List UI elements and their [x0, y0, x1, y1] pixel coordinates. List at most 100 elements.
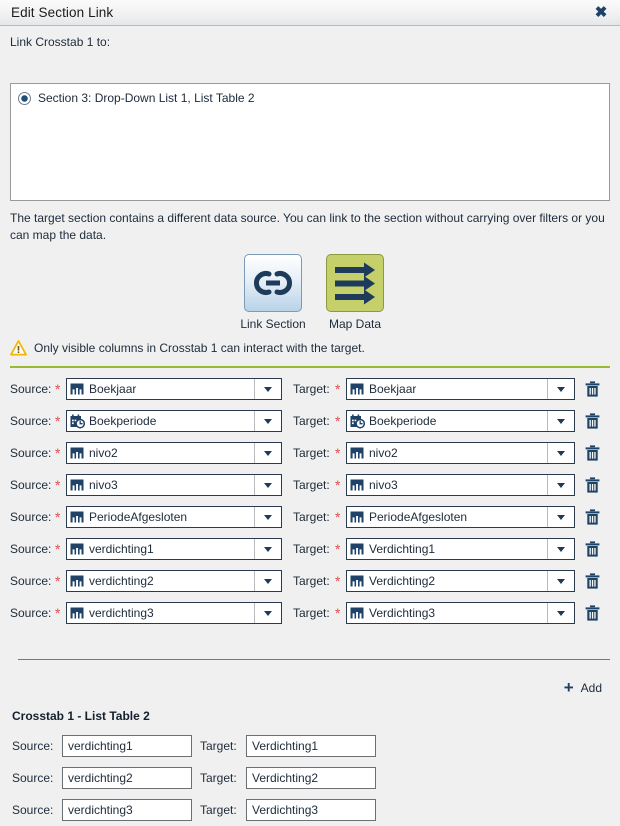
delete-mapping-button[interactable]: [585, 413, 600, 429]
delete-mapping-button[interactable]: [585, 509, 600, 525]
tgt-field-dropdown[interactable]: Verdichting2: [346, 570, 575, 592]
group-text-row: Source: verdichting3 Target: Verdichting3: [0, 794, 620, 826]
required-marker: *: [55, 445, 61, 461]
src-field-dropdown[interactable]: Boekperiode: [66, 410, 282, 432]
tgt-field-dropdown[interactable]: Verdichting3: [346, 602, 575, 624]
chevron-down-icon[interactable]: [547, 475, 574, 495]
src-field-value: verdichting1: [89, 542, 154, 556]
column-chart-icon: [70, 382, 85, 396]
tgt-field-value: Verdichting1: [369, 542, 436, 556]
mapping-row: Source: * verdichting2 Target: * Verdichting2: [0, 565, 620, 597]
chevron-down-icon[interactable]: [254, 571, 281, 591]
tgt-field-dropdown[interactable]: Boekperiode: [346, 410, 575, 432]
target-label: Target:: [200, 803, 237, 817]
mapping-row: Source: * nivo3 Target: * nivo3: [0, 469, 620, 501]
plus-icon: +: [563, 678, 574, 697]
src-field-dropdown[interactable]: verdichting3: [66, 602, 282, 624]
column-chart-icon: [70, 542, 85, 556]
chevron-down-icon[interactable]: [547, 507, 574, 527]
tgt-field-dropdown[interactable]: PeriodeAfgesloten: [346, 506, 575, 528]
src-field-dropdown[interactable]: verdichting2: [66, 570, 282, 592]
chevron-down-icon[interactable]: [547, 571, 574, 591]
delete-mapping-button[interactable]: [585, 477, 600, 493]
column-chart-icon: [70, 574, 85, 588]
column-chart-icon: [350, 382, 365, 396]
add-button-label: Add: [580, 681, 602, 695]
target-label: Target:: [293, 446, 330, 460]
chevron-down-icon[interactable]: [547, 603, 574, 623]
target-text-input[interactable]: Verdichting3: [246, 799, 376, 821]
source-text-input[interactable]: verdichting3: [62, 799, 192, 821]
target-text-input[interactable]: Verdichting1: [246, 735, 376, 757]
column-chart-icon: [350, 574, 365, 588]
delete-mapping-button[interactable]: [585, 445, 600, 461]
map-data-button[interactable]: Map Data: [322, 254, 388, 331]
tgt-field-value: PeriodeAfgesloten: [369, 510, 468, 524]
trash-icon: [585, 413, 600, 429]
chevron-down-icon[interactable]: [254, 603, 281, 623]
mapping-row: Source: * PeriodeAfgesloten Target: * Periode…: [0, 501, 620, 533]
tgt-field-value: nivo2: [369, 446, 398, 460]
required-marker: *: [335, 381, 341, 397]
trash-icon: [585, 445, 600, 461]
trash-icon: [585, 477, 600, 493]
source-label: Source:: [10, 446, 52, 460]
chevron-down-icon[interactable]: [547, 443, 574, 463]
chevron-down-icon[interactable]: [547, 379, 574, 399]
target-label: Target:: [293, 606, 330, 620]
group-text-row: Source: verdichting1 Target: Verdichting1: [0, 730, 620, 762]
tgt-field-dropdown[interactable]: nivo2: [346, 442, 575, 464]
link-section-caption: Link Section: [240, 317, 306, 331]
add-button[interactable]: + Add: [563, 678, 602, 697]
required-marker: *: [55, 541, 61, 557]
chevron-down-icon[interactable]: [254, 475, 281, 495]
dialog-body: Link Crosstab 1 to: Section 3: Drop-Down…: [0, 26, 620, 821]
description-text: The target section contains a different …: [10, 211, 605, 242]
section-option-0[interactable]: Section 3: Drop-Down List 1, List Table …: [18, 91, 255, 105]
link-section-button[interactable]: Link Section: [240, 254, 306, 331]
delete-mapping-button[interactable]: [585, 573, 600, 589]
source-label: Source:: [10, 574, 52, 588]
required-marker: *: [55, 509, 61, 525]
source-label: Source:: [10, 382, 52, 396]
source-text-input[interactable]: verdichting2: [62, 767, 192, 789]
calendar-clock-icon: [70, 414, 85, 429]
close-icon[interactable]: ✖: [592, 4, 610, 22]
chevron-down-icon[interactable]: [547, 539, 574, 559]
radio-button-selected[interactable]: [18, 91, 31, 105]
section-divider-green: [10, 366, 610, 368]
dialog-titlebar: Edit Section Link ✖: [0, 0, 620, 26]
chevron-down-icon[interactable]: [254, 443, 281, 463]
src-field-dropdown[interactable]: PeriodeAfgesloten: [66, 506, 282, 528]
mapping-row: Source: * nivo2 Target: * nivo2: [0, 437, 620, 469]
src-field-dropdown[interactable]: Boekjaar: [66, 378, 282, 400]
chevron-down-icon[interactable]: [547, 411, 574, 431]
chevron-down-icon[interactable]: [254, 411, 281, 431]
required-marker: *: [335, 445, 341, 461]
src-field-dropdown[interactable]: nivo2: [66, 442, 282, 464]
required-marker: *: [335, 541, 341, 557]
delete-mapping-button[interactable]: [585, 381, 600, 397]
calendar-clock-icon: [350, 414, 365, 429]
source-text-input[interactable]: verdichting1: [62, 735, 192, 757]
delete-mapping-button[interactable]: [585, 605, 600, 621]
tgt-field-dropdown[interactable]: Boekjaar: [346, 378, 575, 400]
src-field-dropdown[interactable]: verdichting1: [66, 538, 282, 560]
delete-mapping-button[interactable]: [585, 541, 600, 557]
chevron-down-icon[interactable]: [254, 539, 281, 559]
chevron-down-icon[interactable]: [254, 507, 281, 527]
required-marker: *: [55, 413, 61, 429]
section-list[interactable]: Section 3: Drop-Down List 1, List Table …: [10, 83, 610, 201]
group-text-rows: Source: verdichting1 Target: Verdichting1 So…: [0, 730, 620, 826]
src-field-dropdown[interactable]: nivo3: [66, 474, 282, 496]
column-chart-icon: [350, 478, 365, 492]
target-text-input[interactable]: Verdichting2: [246, 767, 376, 789]
trash-icon: [585, 541, 600, 557]
tgt-field-dropdown[interactable]: nivo3: [346, 474, 575, 496]
required-marker: *: [335, 477, 341, 493]
tgt-field-dropdown[interactable]: Verdichting1: [346, 538, 575, 560]
section-option-label: Section 3: Drop-Down List 1, List Table …: [38, 91, 255, 105]
chevron-down-icon[interactable]: [254, 379, 281, 399]
column-chart-icon: [350, 606, 365, 620]
mapping-row: Source: * verdichting1 Target: * Verdichting1: [0, 533, 620, 565]
